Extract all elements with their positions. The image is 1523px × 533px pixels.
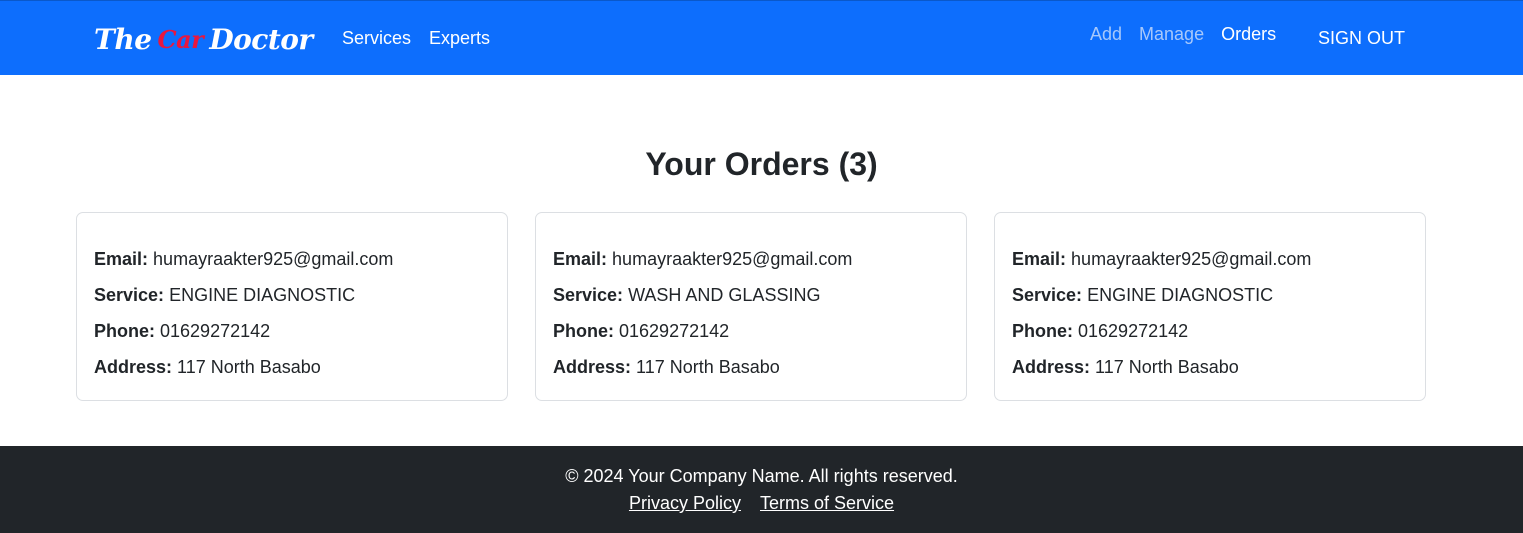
nav-right-links: Add Manage Orders	[1090, 24, 1276, 45]
page-title: Your Orders (3)	[645, 146, 878, 182]
order-address: 117 North Basabo	[177, 357, 321, 377]
phone-label: Phone:	[94, 321, 155, 341]
order-address: 117 North Basabo	[1095, 357, 1239, 377]
privacy-policy-link[interactable]: Privacy Policy	[629, 493, 741, 513]
brand-word-car: Car	[157, 24, 204, 54]
nav-link-experts[interactable]: Experts	[429, 28, 490, 49]
sign-out-button[interactable]: SIGN OUT	[1318, 28, 1405, 49]
order-phone: 01629272142	[1078, 321, 1189, 341]
order-card: Email: humayraakter925@gmail.com Service…	[76, 212, 508, 401]
nav-link-add[interactable]: Add	[1090, 24, 1122, 45]
service-label: Service:	[94, 285, 165, 305]
footer-links: Privacy Policy Terms of Service	[0, 493, 1523, 514]
nav-link-orders[interactable]: Orders	[1221, 24, 1276, 45]
phone-label: Phone:	[1012, 321, 1073, 341]
address-label: Address:	[1012, 357, 1091, 377]
email-label: Email:	[94, 249, 149, 269]
order-service: ENGINE DIAGNOSTIC	[1087, 285, 1274, 305]
order-email: humayraakter925@gmail.com	[153, 249, 394, 269]
email-label: Email:	[553, 249, 608, 269]
navbar: The Car Doctor Services Experts Add Mana…	[0, 0, 1523, 75]
service-label: Service:	[553, 285, 624, 305]
order-phone: 01629272142	[619, 321, 730, 341]
nav-left-links: Services Experts	[342, 28, 490, 49]
service-label: Service:	[1012, 285, 1083, 305]
address-label: Address:	[94, 357, 173, 377]
order-email: humayraakter925@gmail.com	[612, 249, 853, 269]
order-email: humayraakter925@gmail.com	[1071, 249, 1312, 269]
brand-word-doctor: Doctor	[209, 22, 313, 56]
order-address: 117 North Basabo	[636, 357, 780, 377]
nav-link-manage[interactable]: Manage	[1139, 24, 1204, 45]
nav-link-services[interactable]: Services	[342, 28, 411, 49]
address-label: Address:	[553, 357, 632, 377]
brand-word-the: The	[94, 22, 152, 56]
brand-logo[interactable]: The Car Doctor	[94, 19, 313, 59]
email-label: Email:	[1012, 249, 1067, 269]
order-service: ENGINE DIAGNOSTIC	[169, 285, 356, 305]
footer-copyright: © 2024 Your Company Name. All rights res…	[565, 466, 958, 486]
order-card: Email: humayraakter925@gmail.com Service…	[994, 212, 1426, 401]
order-card: Email: humayraakter925@gmail.com Service…	[535, 212, 967, 401]
order-service: WASH AND GLASSING	[628, 285, 821, 305]
terms-of-service-link[interactable]: Terms of Service	[760, 493, 894, 513]
order-phone: 01629272142	[160, 321, 271, 341]
phone-label: Phone:	[553, 321, 614, 341]
footer: © 2024 Your Company Name. All rights res…	[0, 446, 1523, 533]
